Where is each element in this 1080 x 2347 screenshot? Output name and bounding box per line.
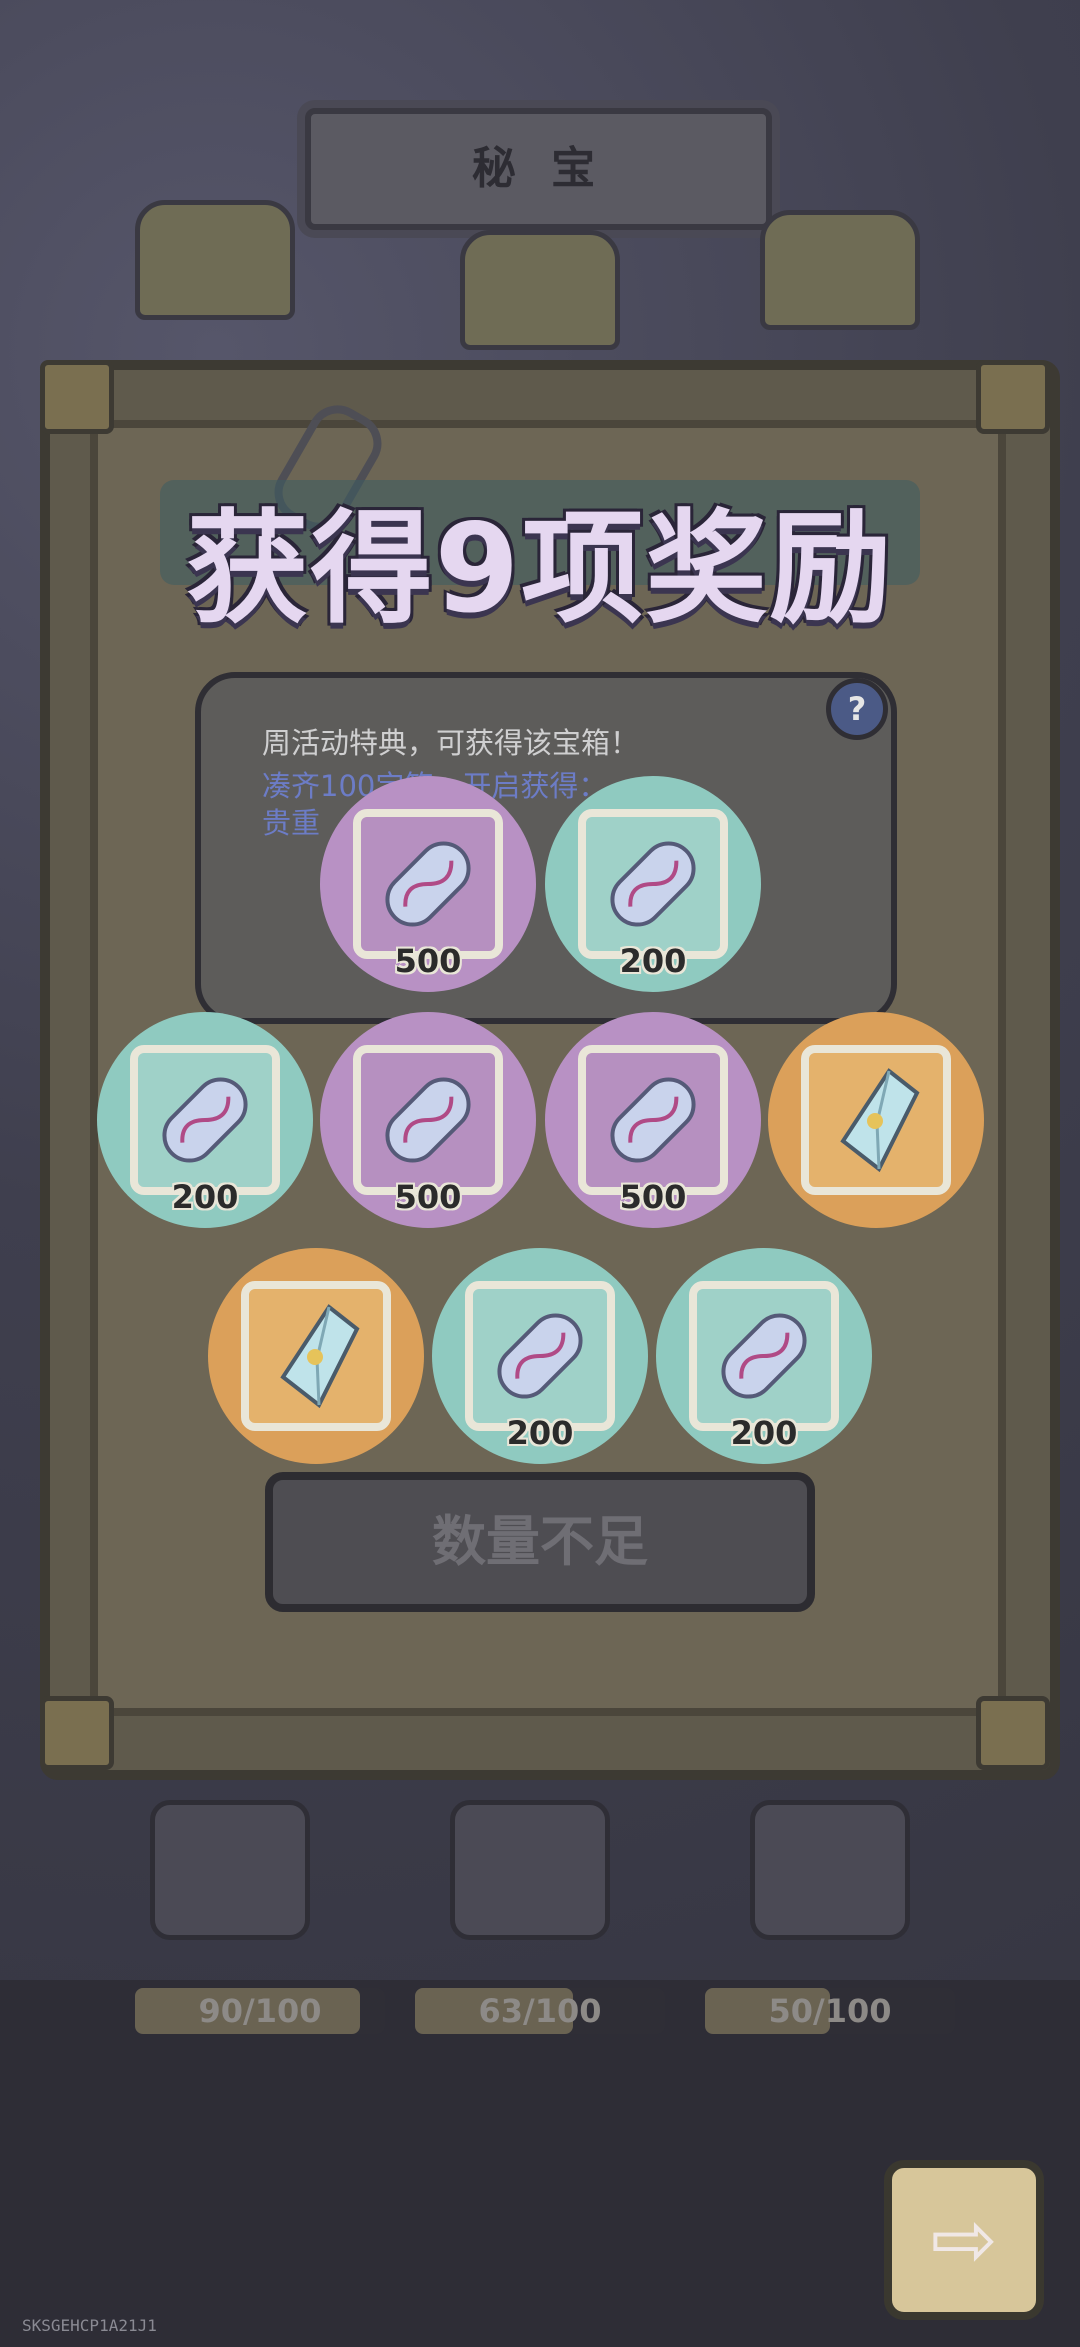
board-corner-icon	[40, 360, 114, 434]
crystal-shard-icon	[840, 1068, 920, 1173]
reward-quantity: 500	[619, 1178, 687, 1216]
progress-bar-left: 90/100	[135, 1988, 385, 2034]
button-label: 数量不足	[432, 1510, 648, 1573]
insufficient-quantity-button[interactable]: 数量不足	[265, 1472, 815, 1612]
crystal-capsule-icon	[721, 1313, 807, 1399]
board-corner-icon	[40, 1696, 114, 1770]
rewards-headline: 获得9项奖励	[186, 498, 894, 640]
reward-card	[241, 1281, 391, 1431]
device-id-text: SKSGEHCP1A21J1	[22, 2316, 157, 2335]
crystal-capsule-icon	[610, 841, 696, 927]
reward-card	[578, 809, 728, 959]
reward-card	[353, 1045, 503, 1195]
crystal-shard-icon	[280, 1304, 360, 1409]
reward-quantity: 200	[171, 1178, 239, 1216]
reward-item[interactable]: 200	[656, 1248, 872, 1464]
crystal-capsule-icon	[385, 841, 471, 927]
reward-item[interactable]: 200	[545, 776, 761, 992]
progress-label: 63/100	[478, 1992, 602, 2030]
reward-card	[801, 1045, 951, 1195]
reward-card	[130, 1045, 280, 1195]
reward-card	[689, 1281, 839, 1431]
crystal-capsule-icon	[610, 1077, 696, 1163]
info-text: 周活动特典，可获得该宝箱！	[262, 726, 640, 760]
reward-item[interactable]: 500	[545, 1012, 761, 1228]
help-icon[interactable]: ?	[826, 678, 888, 740]
treasure-object-right-icon	[750, 1800, 910, 1940]
treasure-pot-center-icon	[460, 230, 620, 350]
treasure-pot-left-icon	[135, 200, 295, 320]
board-corner-icon	[976, 1696, 1050, 1770]
reward-item[interactable]: 200	[432, 1248, 648, 1464]
reward-item[interactable]	[208, 1248, 424, 1464]
treasure-pot-right-icon	[760, 210, 920, 330]
treasure-object-center-icon	[450, 1800, 610, 1940]
right-arrow-icon: ⇨	[930, 2193, 998, 2286]
reward-quantity: 200	[506, 1414, 574, 1452]
treasure-sign-label: 秘 宝	[471, 143, 606, 194]
progress-label: 90/100	[198, 1992, 322, 2030]
reward-quantity: 200	[730, 1414, 798, 1452]
reward-quantity: 500	[394, 942, 462, 980]
reward-card	[353, 809, 503, 959]
reward-item[interactable]: 500	[320, 1012, 536, 1228]
treasure-object-left-icon	[150, 1800, 310, 1940]
crystal-capsule-icon	[385, 1077, 471, 1163]
reward-card	[465, 1281, 615, 1431]
reward-item[interactable]: 200	[97, 1012, 313, 1228]
treasure-sign: 秘 宝	[305, 108, 772, 230]
reward-item[interactable]	[768, 1012, 984, 1228]
next-button[interactable]: ⇨	[884, 2160, 1044, 2320]
crystal-capsule-icon	[162, 1077, 248, 1163]
progress-bar-right: 50/100	[705, 1988, 955, 2034]
reward-quantity: 200	[619, 942, 687, 980]
reward-card	[578, 1045, 728, 1195]
progress-bar-center: 63/100	[415, 1988, 665, 2034]
progress-label: 50/100	[768, 1992, 892, 2030]
reward-quantity: 500	[394, 1178, 462, 1216]
crystal-capsule-icon	[497, 1313, 583, 1399]
reward-item[interactable]: 500	[320, 776, 536, 992]
board-corner-icon	[976, 360, 1050, 434]
info-highlight-text: 贵重	[262, 806, 321, 840]
